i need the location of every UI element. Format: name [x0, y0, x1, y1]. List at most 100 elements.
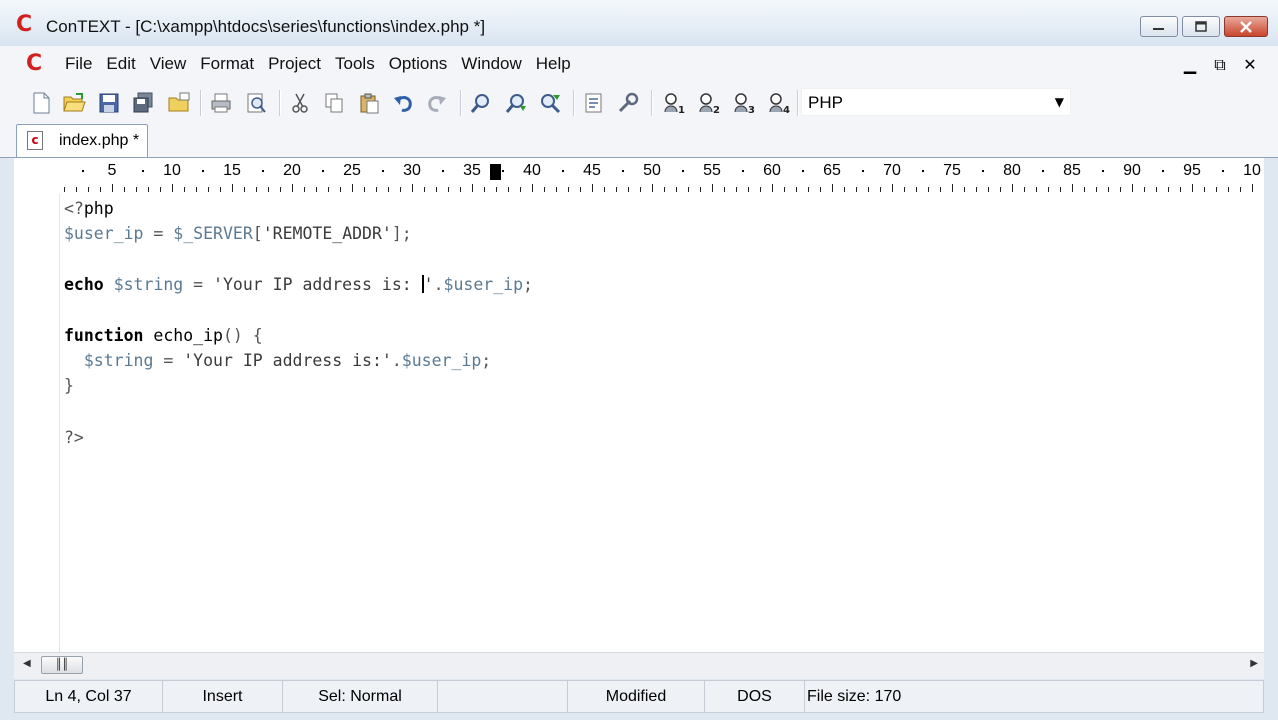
menu-window[interactable]: Window — [454, 54, 528, 74]
status-bar: Ln 4, Col 37 Insert Sel: Normal Modified… — [14, 680, 1264, 713]
ruler-tick — [1108, 187, 1109, 192]
menu-format[interactable]: Format — [193, 54, 261, 74]
ruler-tick — [196, 187, 197, 192]
minimize-button[interactable] — [1140, 16, 1178, 37]
ruler-tick — [1156, 187, 1157, 192]
ruler-tick — [100, 187, 101, 192]
editor-gutter[interactable] — [14, 194, 60, 652]
document-system-menu-icon[interactable]: C — [26, 53, 46, 75]
find-next-icon[interactable] — [503, 90, 529, 116]
ruler-tick — [412, 184, 413, 192]
scroll-thumb[interactable]: ║║ — [41, 656, 83, 674]
app-logo-icon[interactable]: C — [16, 14, 36, 36]
ruler-tick — [580, 187, 581, 192]
code-editor[interactable]: <?php $user_ip = $_SERVER['REMOTE_ADDR']… — [14, 194, 1264, 652]
ruler-tick — [76, 187, 77, 192]
text-stats-icon[interactable] — [581, 90, 607, 116]
ruler-tick — [1072, 184, 1073, 192]
mdi-minimize-icon[interactable]: ▁ — [1182, 55, 1198, 75]
user-command-4-icon[interactable]: 4 — [764, 90, 790, 116]
tab-index-php[interactable]: c index.php * — [16, 124, 148, 157]
ruler-tick — [388, 187, 389, 192]
ruler-tick — [244, 187, 245, 192]
status-insert-mode: Insert — [163, 681, 283, 712]
ruler-tick — [976, 187, 977, 192]
status-modified: Modified — [568, 681, 705, 712]
find-icon[interactable] — [468, 90, 494, 116]
ruler-tick — [1252, 184, 1253, 192]
ruler-tick — [616, 187, 617, 192]
print-icon[interactable] — [208, 90, 234, 116]
ruler-tick — [712, 184, 713, 192]
ruler-tick — [280, 187, 281, 192]
menu-help[interactable]: Help — [529, 54, 578, 74]
copy-icon[interactable] — [321, 90, 347, 116]
ruler-tick — [604, 187, 605, 192]
open-project-icon[interactable] — [166, 90, 192, 116]
horizontal-scrollbar[interactable]: ◀ ║║ ▶ — [14, 652, 1264, 679]
ruler-tick — [808, 187, 809, 192]
ruler-label: 5 — [107, 162, 117, 179]
open-folder-icon[interactable] — [61, 90, 87, 116]
column-ruler: 5 10 15 20 25 30 35 40 45 50 55 60 65 70 75 80 85 90 95 10 — [14, 158, 1264, 194]
ruler-tick — [868, 187, 869, 192]
ruler-tick — [184, 187, 185, 192]
chevron-down-icon[interactable]: ▼ — [1055, 95, 1064, 109]
ruler-tick — [832, 184, 833, 192]
ruler-tick — [988, 187, 989, 192]
ruler-tick — [820, 187, 821, 192]
ruler-tick — [1192, 184, 1193, 192]
ruler-tick — [124, 187, 125, 192]
ruler-tick — [748, 187, 749, 192]
tools-wrench-icon[interactable] — [615, 90, 641, 116]
ruler-tick — [1036, 187, 1037, 192]
cut-icon[interactable] — [287, 90, 313, 116]
undo-icon[interactable] — [390, 90, 416, 116]
scroll-left-arrow-icon[interactable]: ◀ — [23, 658, 31, 669]
new-file-icon[interactable] — [28, 90, 54, 116]
ruler-tick — [1180, 187, 1181, 192]
ruler-tick — [220, 187, 221, 192]
save-all-icon[interactable] — [130, 90, 156, 116]
scroll-right-arrow-icon[interactable]: ▶ — [1250, 658, 1258, 669]
maximize-button[interactable] — [1182, 16, 1220, 37]
user-command-2-icon[interactable]: 2 — [694, 90, 720, 116]
ruler-tick — [484, 187, 485, 192]
ruler-label: 90 — [1123, 162, 1141, 179]
user-command-1-icon[interactable]: 1 — [659, 90, 685, 116]
ruler-tick — [508, 187, 509, 192]
ruler-label: 25 — [343, 162, 361, 179]
menu-project[interactable]: Project — [261, 54, 328, 74]
ruler-tick — [880, 187, 881, 192]
ruler-tick — [844, 187, 845, 192]
mdi-close-icon[interactable]: ✕ — [1242, 55, 1258, 75]
mdi-restore-icon[interactable]: ⧉ — [1212, 55, 1228, 75]
replace-icon[interactable] — [537, 90, 563, 116]
ruler-tick — [628, 187, 629, 192]
menu-view[interactable]: View — [143, 54, 194, 74]
print-preview-icon[interactable] — [243, 90, 269, 116]
ruler-tick — [796, 187, 797, 192]
ruler-label: 70 — [883, 162, 901, 179]
ruler-tick — [460, 187, 461, 192]
menu-options[interactable]: Options — [382, 54, 455, 74]
ruler-tick — [724, 187, 725, 192]
close-button[interactable] — [1224, 16, 1268, 37]
ruler-tick — [736, 187, 737, 192]
user-command-3-icon[interactable]: 3 — [729, 90, 755, 116]
ruler-label: 85 — [1063, 162, 1081, 179]
ruler-tick — [1132, 184, 1133, 192]
ruler-tick — [544, 187, 545, 192]
paste-icon[interactable] — [356, 90, 382, 116]
save-icon[interactable] — [96, 90, 122, 116]
menu-file[interactable]: File — [58, 54, 99, 74]
window-title: ConTEXT - [C:\xampp\htdocs\series\functi… — [46, 17, 486, 36]
language-select[interactable]: PHP ▼ — [801, 88, 1071, 116]
ruler-label: 35 — [463, 162, 481, 179]
ruler-tick — [784, 187, 785, 192]
menu-tools[interactable]: Tools — [328, 54, 382, 74]
menu-edit[interactable]: Edit — [99, 54, 142, 74]
ruler-tick — [1024, 187, 1025, 192]
redo-icon[interactable] — [424, 90, 450, 116]
ruler-tick — [520, 187, 521, 192]
